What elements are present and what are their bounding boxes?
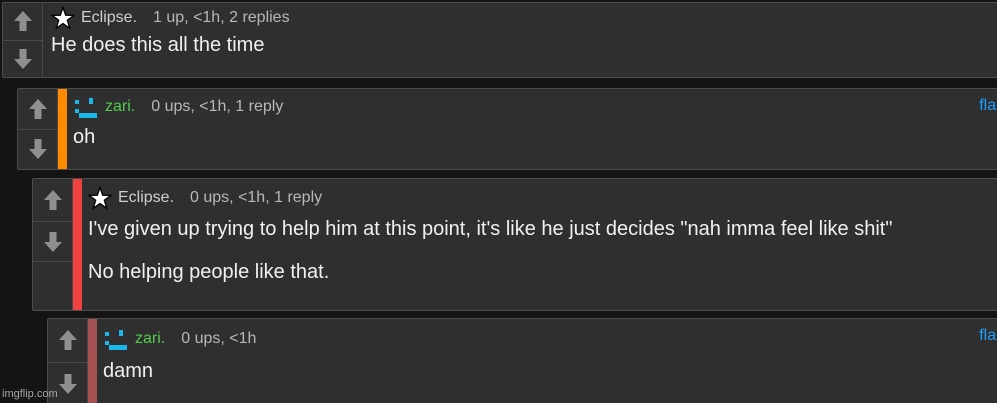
comment-line: No helping people like that.	[88, 261, 330, 283]
comment-meta: 0 ups, <1h, 1 reply	[190, 189, 323, 206]
flag-link[interactable]: flag	[979, 97, 997, 115]
username[interactable]: zari.	[135, 330, 165, 348]
comment-meta: 0 ups, <1h	[181, 330, 257, 347]
comment-header: zari. 0 ups, <1h, 1 reply flag	[73, 89, 997, 125]
downvote-button[interactable]	[3, 39, 42, 78]
comment-line: oh	[73, 126, 96, 148]
comment-header: Eclipse. 1 up, <1h, 2 replies	[51, 3, 997, 33]
comment: zari. 0 ups, <1h flag damn	[47, 318, 997, 403]
comment-line: damn	[103, 360, 154, 382]
comment: Eclipse. 1 up, <1h, 2 replies He does th…	[2, 2, 997, 78]
comment: Eclipse. 0 ups, <1h, 1 reply I've given …	[32, 178, 997, 311]
pixel-face-avatar	[105, 330, 127, 350]
downvote-button[interactable]	[18, 128, 57, 170]
reply-stripe	[88, 319, 97, 403]
comment-line: He does this all the time	[51, 34, 265, 56]
reply-stripe	[73, 179, 82, 310]
star-icon	[51, 6, 75, 30]
comment-body: Eclipse. 0 ups, <1h, 1 reply I've given …	[82, 179, 997, 310]
arrow-down-icon	[43, 231, 62, 252]
arrow-down-icon	[28, 139, 47, 160]
arrow-up-icon	[13, 11, 32, 32]
star-icon	[88, 186, 112, 210]
vote-column	[18, 89, 58, 169]
username[interactable]: zari.	[105, 98, 135, 116]
comment: zari. 0 ups, <1h, 1 reply flag oh	[17, 88, 997, 170]
comment-body: zari. 0 ups, <1h, 1 reply flag oh	[67, 89, 997, 169]
username[interactable]: Eclipse.	[81, 9, 137, 27]
comment-header: Eclipse. 0 ups, <1h, 1 reply	[88, 179, 997, 217]
comment-text: He does this all the time	[51, 33, 997, 57]
upvote-button[interactable]	[33, 179, 72, 221]
comment-text: damn	[103, 359, 997, 383]
comment-meta: 1 up, <1h, 2 replies	[153, 9, 290, 26]
arrow-up-icon	[58, 330, 77, 351]
upvote-button[interactable]	[18, 89, 57, 129]
reply-stripe	[58, 89, 67, 169]
vote-column	[3, 3, 43, 77]
vote-column-spacer	[33, 261, 72, 310]
vote-column	[33, 179, 73, 310]
username[interactable]: Eclipse.	[118, 189, 174, 207]
comment-body: Eclipse. 1 up, <1h, 2 replies He does th…	[43, 3, 997, 77]
arrow-down-icon	[13, 48, 32, 69]
upvote-button[interactable]	[3, 3, 42, 40]
arrow-down-icon	[58, 373, 77, 394]
comment-line: I've given up trying to help him at this…	[88, 218, 893, 240]
pixel-face-avatar	[75, 98, 97, 118]
comment-text: I've given up trying to help him at this…	[88, 217, 988, 284]
flag-link[interactable]: flag	[979, 327, 997, 345]
arrow-up-icon	[43, 190, 62, 210]
comment-header: zari. 0 ups, <1h flag	[103, 319, 997, 359]
upvote-button[interactable]	[48, 319, 87, 362]
arrow-up-icon	[28, 98, 47, 119]
watermark: imgflip.com	[2, 388, 58, 400]
comment-body: zari. 0 ups, <1h flag damn	[97, 319, 997, 403]
downvote-button[interactable]	[33, 221, 72, 261]
comment-text: oh	[73, 125, 997, 149]
comment-meta: 0 ups, <1h, 1 reply	[151, 98, 284, 115]
